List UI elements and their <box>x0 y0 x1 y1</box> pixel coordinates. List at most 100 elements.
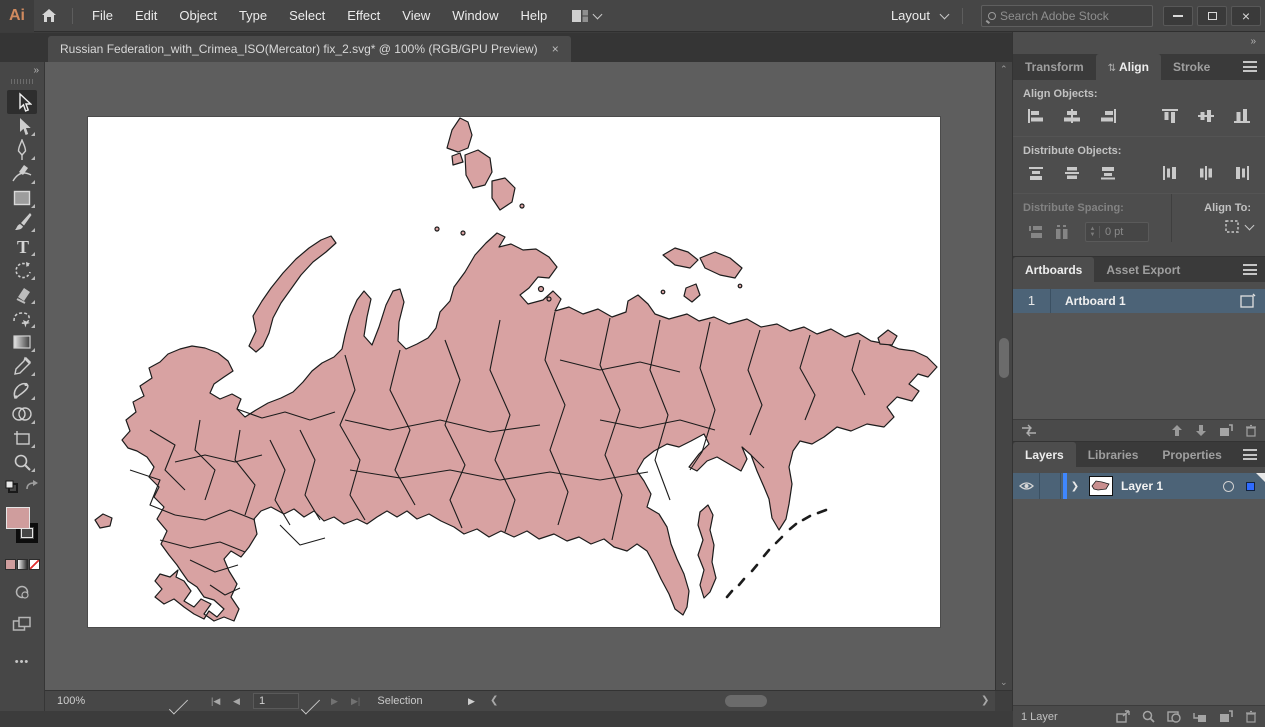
pen-tool[interactable] <box>7 138 37 162</box>
menu-edit[interactable]: Edit <box>124 0 168 32</box>
close-button[interactable]: × <box>1231 6 1261 26</box>
vertical-distribute-space-button[interactable] <box>1023 222 1049 242</box>
direct-selection-tool[interactable] <box>7 114 37 138</box>
more-tools-button[interactable]: ••• <box>7 650 37 674</box>
tab-transform[interactable]: Transform <box>1013 54 1096 80</box>
shape-builder-tool[interactable] <box>7 402 37 426</box>
horizontal-scroll-thumb[interactable] <box>725 695 767 707</box>
toolbar-grip[interactable] <box>11 79 33 84</box>
search-input[interactable] <box>1000 9 1120 23</box>
collect-for-export-icon[interactable] <box>1116 710 1130 723</box>
menu-object[interactable]: Object <box>168 0 228 32</box>
illustrator-logo[interactable]: Ai <box>0 0 34 32</box>
color-mode-none[interactable] <box>29 559 40 570</box>
artboards-panel-menu-icon[interactable] <box>1243 264 1257 275</box>
color-mode-gradient[interactable] <box>17 559 28 570</box>
scroll-up-icon[interactable]: ⌃ <box>1000 64 1008 75</box>
maximize-button[interactable] <box>1197 6 1227 26</box>
align-panel-menu-icon[interactable] <box>1243 61 1257 72</box>
layer-list-item[interactable]: ❯ Layer 1 <box>1013 473 1265 499</box>
tab-artboards[interactable]: Artboards <box>1013 257 1094 282</box>
rearrange-artboards-icon[interactable] <box>1021 424 1037 437</box>
new-sublayer-icon[interactable] <box>1193 710 1207 723</box>
move-up-icon[interactable] <box>1171 424 1183 437</box>
first-artboard-icon[interactable]: |◀ <box>211 691 220 711</box>
align-to-artboard-icon[interactable] <box>1223 218 1242 235</box>
panel-cycle-icon[interactable]: ⇅ <box>1108 63 1116 74</box>
scroll-right-icon[interactable]: ❯ <box>981 691 989 711</box>
home-icon[interactable] <box>34 0 64 32</box>
zoom-dropdown-icon[interactable] <box>169 695 188 714</box>
artboard-tool[interactable] <box>7 426 37 450</box>
color-mode-color[interactable] <box>5 559 16 570</box>
artboard-name[interactable]: Artboard 1 <box>1051 294 1239 308</box>
fill-color-swatch[interactable] <box>6 507 30 529</box>
layer-thumbnail[interactable] <box>1089 476 1113 496</box>
menu-file[interactable]: File <box>81 0 124 32</box>
menu-type[interactable]: Type <box>228 0 278 32</box>
chevron-down-icon[interactable] <box>940 9 950 19</box>
align-right-button[interactable] <box>1095 106 1121 126</box>
previous-artboard-icon[interactable]: ◀ <box>233 691 240 711</box>
distribute-bottom-button[interactable] <box>1095 163 1121 183</box>
menu-help[interactable]: Help <box>509 0 558 32</box>
menu-window[interactable]: Window <box>441 0 509 32</box>
spacing-stepper-icons[interactable]: ▲▼ <box>1086 226 1100 238</box>
align-top-button[interactable] <box>1157 106 1183 126</box>
scroll-left-icon[interactable]: ❮ <box>490 691 498 711</box>
paintbrush-tool[interactable] <box>7 210 37 234</box>
distribute-vertical-center-button[interactable] <box>1059 163 1085 183</box>
tab-stroke[interactable]: Stroke <box>1161 54 1222 80</box>
scroll-down-icon[interactable]: ⌄ <box>1000 677 1008 688</box>
vertical-scroll-thumb[interactable] <box>999 338 1009 378</box>
menu-effect[interactable]: Effect <box>336 0 391 32</box>
eraser-tool[interactable] <box>7 282 37 306</box>
layer-visibility-toggle[interactable] <box>1013 473 1040 499</box>
arrange-documents-button[interactable] <box>572 10 601 22</box>
vertical-scrollbar[interactable]: ⌃ ⌄ <box>995 62 1012 690</box>
distribute-top-button[interactable] <box>1023 163 1049 183</box>
new-artboard-icon[interactable] <box>1219 424 1233 437</box>
layer-expand-chevron[interactable]: ❯ <box>1067 473 1083 499</box>
delete-artboard-icon[interactable] <box>1245 424 1257 437</box>
artboard-page-icon[interactable] <box>1239 293 1257 309</box>
draw-mode-button[interactable] <box>7 580 37 604</box>
distribute-right-button[interactable] <box>1229 163 1255 183</box>
horizontal-distribute-space-button[interactable] <box>1049 222 1075 242</box>
eyedropper-tool[interactable] <box>7 354 37 378</box>
new-layer-icon[interactable] <box>1219 710 1233 723</box>
dock-collapse-icon[interactable]: » <box>1013 32 1265 54</box>
delete-layer-icon[interactable] <box>1245 710 1257 723</box>
shaper-tool[interactable] <box>7 306 37 330</box>
distribute-spacing-field[interactable]: ▲▼ 0 pt <box>1085 222 1149 242</box>
tab-properties[interactable]: Properties <box>1150 442 1233 467</box>
type-tool[interactable]: T <box>7 234 37 258</box>
toolbar-collapse-icon[interactable]: » <box>0 62 44 76</box>
menu-view[interactable]: View <box>391 0 441 32</box>
artboard-1-surface[interactable] <box>88 117 940 627</box>
workspace-switcher[interactable]: Layout <box>880 0 941 32</box>
rectangle-tool[interactable] <box>7 186 37 210</box>
swap-fill-stroke-icon[interactable] <box>25 480 39 492</box>
tab-align[interactable]: ⇅ Align <box>1096 54 1161 80</box>
search-field[interactable] <box>981 5 1153 27</box>
canvas-pasteboard[interactable] <box>45 62 995 690</box>
distribute-horizontal-center-button[interactable] <box>1193 163 1219 183</box>
default-fill-stroke-icon[interactable] <box>5 480 18 493</box>
menu-select[interactable]: Select <box>278 0 336 32</box>
distribute-left-button[interactable] <box>1157 163 1183 183</box>
zoom-tool[interactable] <box>7 450 37 474</box>
russia-map-artwork[interactable] <box>88 117 940 627</box>
layer-selection-proxy[interactable] <box>1246 482 1255 491</box>
chevron-down-icon[interactable] <box>1245 220 1255 230</box>
layer-lock-toggle[interactable] <box>1040 473 1061 499</box>
move-down-icon[interactable] <box>1195 424 1207 437</box>
align-bottom-button[interactable] <box>1229 106 1255 126</box>
screen-mode-button[interactable] <box>7 612 37 636</box>
align-left-button[interactable] <box>1023 106 1049 126</box>
artboard-list-item[interactable]: 1 Artboard 1 <box>1013 289 1265 313</box>
align-vertical-center-button[interactable] <box>1193 106 1219 126</box>
tab-libraries[interactable]: Libraries <box>1076 442 1151 467</box>
status-options-icon[interactable]: ▶ <box>468 691 475 711</box>
gradient-tool[interactable] <box>7 330 37 354</box>
